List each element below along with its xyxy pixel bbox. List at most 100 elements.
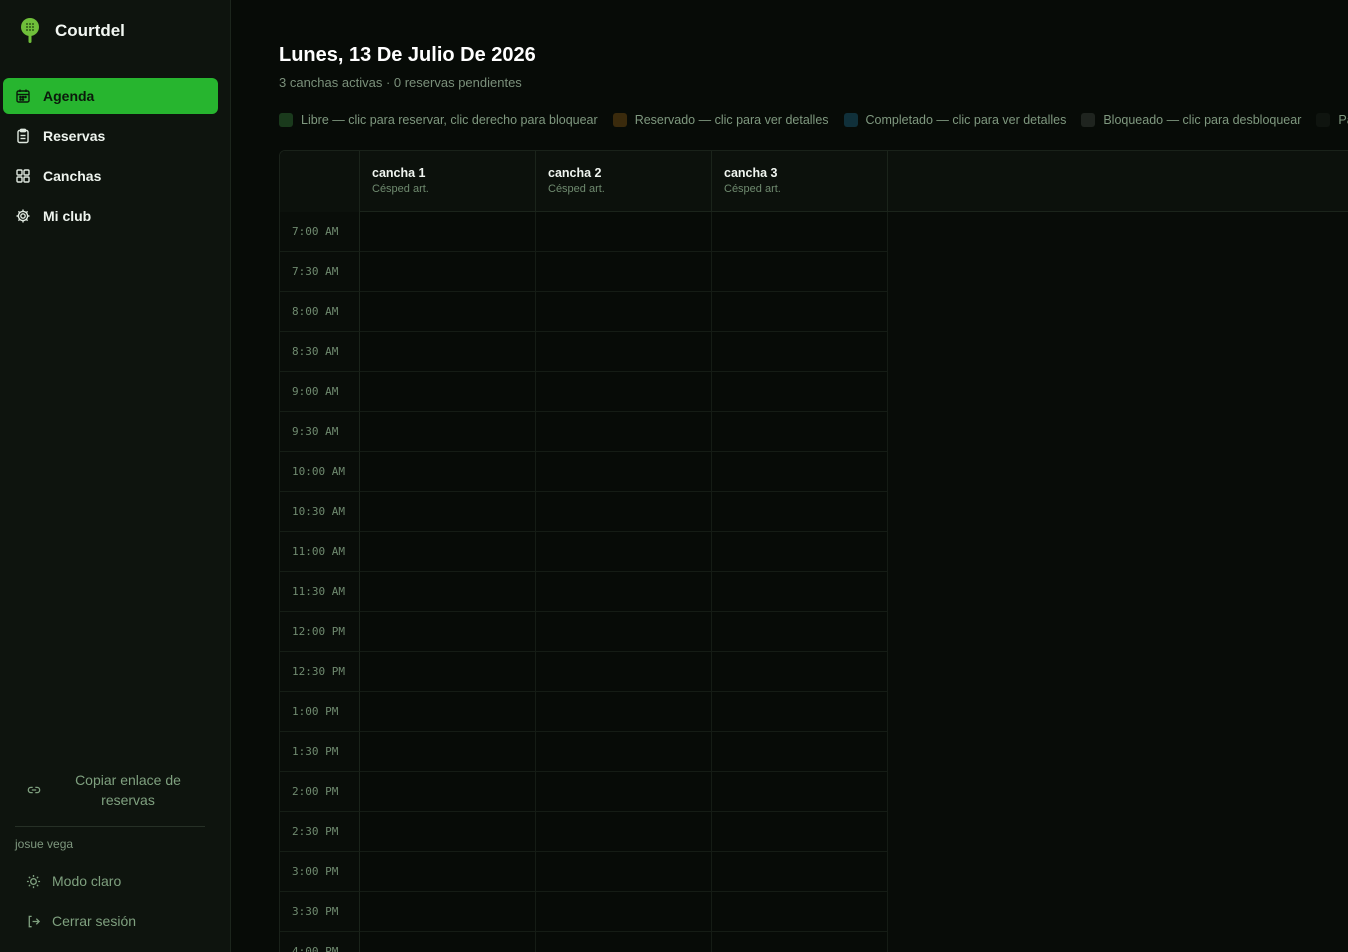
time-slot-cancha-3[interactable] xyxy=(712,812,888,852)
time-slot-cancha-2[interactable] xyxy=(536,252,712,292)
time-label: 10:00 AM xyxy=(280,452,360,492)
time-slot-cancha-1[interactable] xyxy=(360,732,536,772)
time-slot-cancha-3[interactable] xyxy=(712,452,888,492)
time-slot-cancha-3[interactable] xyxy=(712,252,888,292)
time-slot-cancha-3[interactable] xyxy=(712,492,888,532)
time-label: 1:00 PM xyxy=(280,692,360,732)
time-slot-cancha-3[interactable] xyxy=(712,332,888,372)
time-row: 10:30 AM xyxy=(280,492,1348,532)
time-slot-cancha-1[interactable] xyxy=(360,772,536,812)
time-slot-cancha-3[interactable] xyxy=(712,652,888,692)
time-slot-cancha-3[interactable] xyxy=(712,852,888,892)
time-slot-cancha-3[interactable] xyxy=(712,692,888,732)
time-slot-cancha-3[interactable] xyxy=(712,732,888,772)
copy-booking-link-button[interactable]: Copiar enlace de reservas xyxy=(13,768,208,812)
time-slot-cancha-2[interactable] xyxy=(536,772,712,812)
grid-icon xyxy=(16,169,30,183)
sidebar-item-mi-club[interactable]: Mi club xyxy=(3,198,218,234)
time-slot-cancha-2[interactable] xyxy=(536,332,712,372)
time-slot-cancha-3[interactable] xyxy=(712,572,888,612)
calendar-icon xyxy=(16,89,30,103)
time-label: 9:30 AM xyxy=(280,412,360,452)
time-slot-cancha-3[interactable] xyxy=(712,412,888,452)
time-slot-cancha-2[interactable] xyxy=(536,372,712,412)
schedule-corner xyxy=(280,151,360,212)
sidebar-item-canchas[interactable]: Canchas xyxy=(3,158,218,194)
time-slot-cancha-3[interactable] xyxy=(712,212,888,252)
time-label: 10:30 AM xyxy=(280,492,360,532)
time-slot-cancha-1[interactable] xyxy=(360,812,536,852)
court-name: cancha 1 xyxy=(372,166,426,180)
time-slot-cancha-1[interactable] xyxy=(360,372,536,412)
sidebar-item-agenda[interactable]: Agenda xyxy=(3,78,218,114)
brand[interactable]: Courtdel xyxy=(20,18,125,44)
time-slot-cancha-2[interactable] xyxy=(536,652,712,692)
time-slot-cancha-1[interactable] xyxy=(360,852,536,892)
court-name: cancha 2 xyxy=(548,166,602,180)
sidebar-item-label: Mi club xyxy=(43,208,92,224)
time-slot-cancha-2[interactable] xyxy=(536,812,712,852)
time-row: 8:30 AM xyxy=(280,332,1348,372)
time-slot-cancha-2[interactable] xyxy=(536,452,712,492)
time-row: 10:00 AM xyxy=(280,452,1348,492)
time-row: 12:30 PM xyxy=(280,652,1348,692)
time-slot-cancha-1[interactable] xyxy=(360,412,536,452)
sidebar-item-label: Agenda xyxy=(43,88,95,104)
logout-button[interactable]: Cerrar sesión xyxy=(26,909,136,933)
time-row: 3:00 PM xyxy=(280,852,1348,892)
legend-swatch xyxy=(1081,113,1096,127)
time-slot-cancha-1[interactable] xyxy=(360,652,536,692)
time-row: 7:30 AM xyxy=(280,252,1348,292)
sidebar-item-label: Reservas xyxy=(43,128,106,144)
time-slot-cancha-2[interactable] xyxy=(536,412,712,452)
time-slot-cancha-3[interactable] xyxy=(712,532,888,572)
time-slot-cancha-3[interactable] xyxy=(712,612,888,652)
time-slot-cancha-3[interactable] xyxy=(712,772,888,812)
time-slot-cancha-2[interactable] xyxy=(536,732,712,772)
time-slot-cancha-1[interactable] xyxy=(360,932,536,952)
time-slot-cancha-2[interactable] xyxy=(536,212,712,252)
time-label: 11:30 AM xyxy=(280,572,360,612)
legend-swatch xyxy=(843,113,858,127)
time-slot-cancha-1[interactable] xyxy=(360,692,536,732)
time-slot-cancha-1[interactable] xyxy=(360,892,536,932)
legend-item-bloqueado: Bloqueado — clic para desbloquear xyxy=(1081,113,1301,127)
time-slot-cancha-1[interactable] xyxy=(360,532,536,572)
clipboard-icon xyxy=(17,128,29,144)
time-slot-cancha-3[interactable] xyxy=(712,892,888,932)
time-slot-cancha-1[interactable] xyxy=(360,212,536,252)
court-type: Césped art. xyxy=(372,183,429,195)
time-label: 12:30 PM xyxy=(280,652,360,692)
time-slot-cancha-1[interactable] xyxy=(360,572,536,612)
time-label: 3:30 PM xyxy=(280,892,360,932)
light-mode-label: Modo claro xyxy=(52,873,122,889)
time-label: 8:00 AM xyxy=(280,292,360,332)
time-slot-cancha-2[interactable] xyxy=(536,852,712,892)
light-mode-button[interactable]: Modo claro xyxy=(26,869,121,893)
schedule-grid: cancha 1 Césped art. cancha 2 Césped art… xyxy=(279,150,1348,952)
time-slot-cancha-1[interactable] xyxy=(360,252,536,292)
time-slot-cancha-2[interactable] xyxy=(536,532,712,572)
sidebar-item-reservas[interactable]: Reservas xyxy=(3,118,218,154)
time-slot-cancha-2[interactable] xyxy=(536,292,712,332)
time-slot-cancha-2[interactable] xyxy=(536,932,712,952)
time-slot-cancha-2[interactable] xyxy=(536,692,712,732)
time-slot-cancha-3[interactable] xyxy=(712,932,888,952)
time-slot-cancha-1[interactable] xyxy=(360,332,536,372)
time-label: 7:30 AM xyxy=(280,252,360,292)
time-slot-cancha-2[interactable] xyxy=(536,892,712,932)
time-slot-cancha-1[interactable] xyxy=(360,492,536,532)
time-slot-cancha-2[interactable] xyxy=(536,492,712,532)
time-slot-cancha-1[interactable] xyxy=(360,292,536,332)
time-slot-cancha-3[interactable] xyxy=(712,292,888,332)
time-slot-cancha-2[interactable] xyxy=(536,612,712,652)
time-slot-cancha-1[interactable] xyxy=(360,612,536,652)
time-row: 7:00 AM xyxy=(280,212,1348,252)
time-slot-cancha-3[interactable] xyxy=(712,372,888,412)
legend-label: Libre — clic para reservar, clic derecho… xyxy=(301,113,598,127)
time-slot-cancha-2[interactable] xyxy=(536,572,712,612)
legend-item-reservado: Reservado — clic para ver detalles xyxy=(612,113,829,127)
legend-swatch xyxy=(279,113,293,127)
schedule-rows: 7:00 AM 7:30 AM 8:00 AM 8:30 AM 9:00 AM 9:30 … xyxy=(280,212,1348,952)
time-slot-cancha-1[interactable] xyxy=(360,452,536,492)
